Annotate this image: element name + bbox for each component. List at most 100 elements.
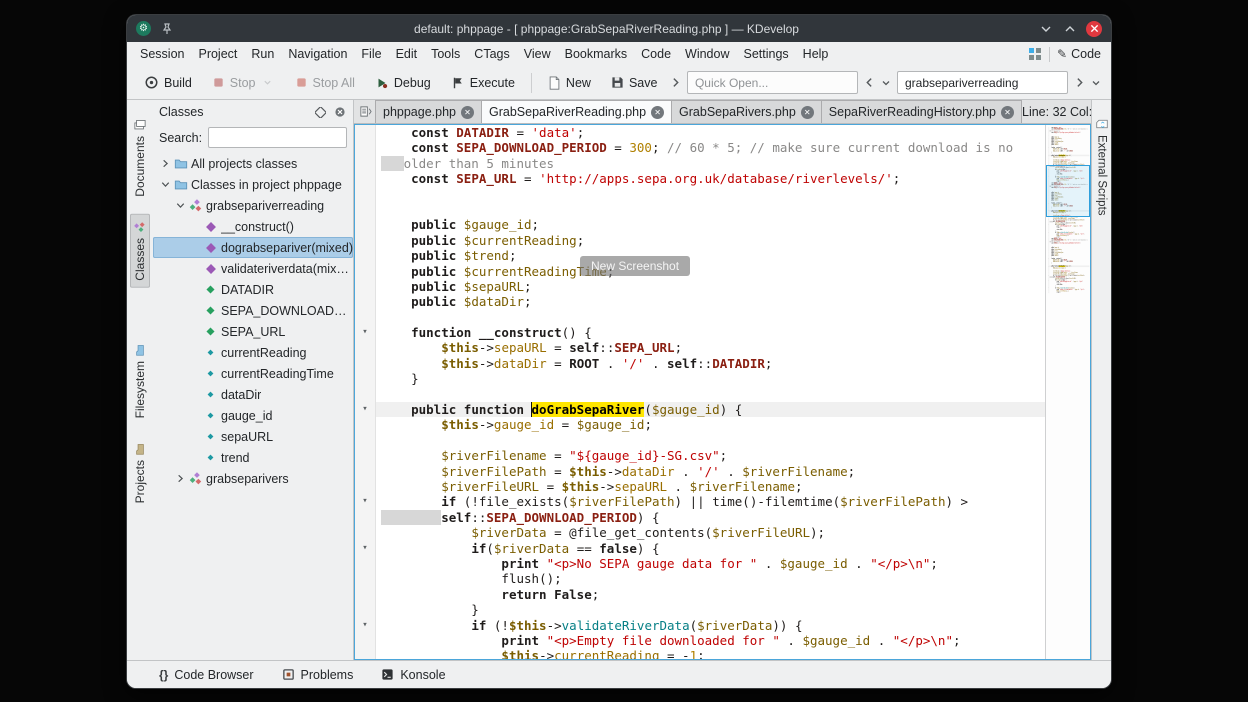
stop-button[interactable]: Stop (205, 69, 282, 97)
code-line[interactable]: public $sepaURL; (355, 279, 1045, 294)
code-line[interactable]: public $gauge_id; (355, 217, 1045, 232)
code-line[interactable]: $this->currentReading = -1; (355, 648, 1045, 659)
editor-tab[interactable]: SepaRiverReadingHistory.php✕ (821, 100, 1022, 123)
tree-item[interactable]: grabseparivers (153, 468, 353, 489)
code-line[interactable]: public $currentReading; (355, 233, 1045, 248)
execute-button[interactable]: Execute (444, 72, 522, 94)
code-line[interactable]: flush(); (355, 571, 1045, 586)
tree-item[interactable]: SEPA_URL (153, 321, 353, 342)
chevron-down-icon[interactable] (880, 73, 891, 93)
code-line[interactable]: $riverFileURL = $this->sepaURL . $riverF… (355, 479, 1045, 494)
menu-item-ctags[interactable]: CTags (467, 45, 516, 63)
menu-item-view[interactable]: View (517, 45, 558, 63)
menu-item-project[interactable]: Project (191, 45, 244, 63)
sidebar-tab-filesystem[interactable]: Filesystem (130, 337, 150, 425)
area-switcher-icon[interactable] (1028, 47, 1042, 61)
code-line[interactable]: print "<p>No SEPA gauge data for " . $ga… (355, 556, 1045, 571)
close-tab-icon[interactable]: ✕ (651, 106, 664, 119)
dock-tab-external-scripts[interactable]: External Scripts (1094, 112, 1110, 222)
code-line[interactable]: print "<p>Empty file downloaded for " . … (355, 633, 1045, 648)
editor-tab[interactable]: GrabSepaRiverReading.php✕ (481, 100, 672, 123)
problems-button[interactable]: Problems (282, 668, 354, 682)
sidebar-tab-projects[interactable]: Projects (130, 436, 150, 510)
expander-icon[interactable] (174, 473, 187, 484)
code-line[interactable]: $riverFilePath = $this->dataDir . '/' . … (355, 464, 1045, 479)
code-line[interactable] (355, 433, 1045, 448)
tree-item[interactable]: DATADIR (153, 279, 353, 300)
fold-arrow-icon[interactable]: ▾ (355, 541, 376, 556)
code-line[interactable]: const SEPA_URL = 'http://apps.sepa.org.u… (355, 171, 1045, 186)
minimize-button[interactable] (1038, 21, 1054, 37)
menu-item-settings[interactable]: Settings (737, 45, 796, 63)
code-line[interactable]: public $currentReadingTime; (355, 264, 1045, 279)
menu-item-navigation[interactable]: Navigation (281, 45, 354, 63)
tree-item[interactable]: validateriverdata(mixed) (153, 258, 353, 279)
code-line[interactable]: public $dataDir; (355, 294, 1045, 309)
stop-all-button[interactable]: Stop All (288, 72, 362, 94)
code-line[interactable] (355, 310, 1045, 325)
code-line[interactable]: self::SEPA_DOWNLOAD_PERIOD) { (355, 510, 1045, 525)
code-line[interactable]: } (355, 371, 1045, 386)
tree-item[interactable]: All projects classes (153, 153, 353, 174)
menu-item-code[interactable]: Code (634, 45, 678, 63)
expander-icon[interactable] (174, 200, 187, 211)
minimap[interactable]: const DATADIR = 'data'; const SEPA_DOWNL… (1045, 125, 1090, 659)
menu-item-tools[interactable]: Tools (424, 45, 467, 63)
close-tab-icon[interactable]: ✕ (461, 106, 474, 119)
class-search-input[interactable] (208, 127, 347, 148)
editor-tab[interactable]: GrabSepaRivers.php✕ (671, 100, 822, 123)
area-code-button[interactable]: ✎ Code (1057, 47, 1101, 61)
tree-item[interactable]: SEPA_DOWNLOAD_PERIOD (153, 300, 353, 321)
tree-item[interactable]: trend (153, 447, 353, 468)
quick-open-input[interactable] (687, 71, 858, 94)
close-tab-icon[interactable]: ✕ (1001, 106, 1014, 119)
code-line[interactable] (355, 387, 1045, 402)
code-line[interactable]: $this->gauge_id = $gauge_id; (355, 417, 1045, 432)
debug-button[interactable]: Debug (368, 72, 438, 94)
close-panel-icon[interactable] (333, 105, 347, 119)
expander-icon[interactable] (159, 179, 172, 190)
tree-item[interactable]: currentReadingTime (153, 363, 353, 384)
tree-item[interactable]: __construct() (153, 216, 353, 237)
code-line[interactable]: $this->sepaURL = self::SEPA_URL; (355, 340, 1045, 355)
menu-item-edit[interactable]: Edit (389, 45, 425, 63)
tree-item[interactable]: Classes in project phppage (153, 174, 353, 195)
tree-item[interactable]: grabsepariverreading (153, 195, 353, 216)
code-line[interactable]: const DATADIR = 'data'; (355, 125, 1045, 140)
toolbar-overflow-icon[interactable] (670, 73, 681, 93)
menu-item-bookmarks[interactable]: Bookmarks (558, 45, 635, 63)
code-browser-button[interactable]: {} Code Browser (159, 668, 254, 682)
code-line[interactable]: ▾ function __construct() { (355, 325, 1045, 340)
save-button[interactable]: Save (604, 72, 665, 94)
fold-arrow-icon[interactable]: ▾ (355, 325, 376, 340)
maximize-button[interactable] (1062, 21, 1078, 37)
float-panel-icon[interactable] (313, 105, 327, 119)
code-editor[interactable]: const DATADIR = 'data'; const SEPA_DOWNL… (354, 124, 1091, 660)
chevron-right-icon[interactable] (1074, 73, 1085, 93)
tree-item[interactable]: gauge_id (153, 405, 353, 426)
code-line[interactable]: return False; (355, 587, 1045, 602)
tree-item[interactable]: dataDir (153, 384, 353, 405)
code-line[interactable]: const SEPA_DOWNLOAD_PERIOD = 300; // 60 … (355, 140, 1045, 155)
build-button[interactable]: Build (137, 71, 199, 94)
minimap-viewport[interactable] (1046, 165, 1090, 217)
tree-item[interactable]: sepaURL (153, 426, 353, 447)
sidebar-tab-classes[interactable]: Classes (130, 214, 150, 288)
code-line[interactable]: older than 5 minutes (355, 156, 1045, 171)
sidebar-tab-documents[interactable]: Documents (130, 112, 150, 204)
menu-item-run[interactable]: Run (244, 45, 281, 63)
chevron-left-icon[interactable] (864, 73, 875, 93)
fold-arrow-icon[interactable]: ▾ (355, 402, 376, 417)
tree-item[interactable]: currentReading (153, 342, 353, 363)
code-line[interactable]: ▾ if($riverData == false) { (355, 541, 1045, 556)
code-line[interactable] (355, 202, 1045, 217)
menu-item-help[interactable]: Help (796, 45, 836, 63)
menu-item-window[interactable]: Window (678, 45, 736, 63)
menu-item-file[interactable]: File (354, 45, 388, 63)
new-button[interactable]: New (541, 72, 598, 94)
code-line[interactable]: $riverData = @file_get_contents($riverFi… (355, 525, 1045, 540)
code-line[interactable]: } (355, 602, 1045, 617)
code-line[interactable]: $this->dataDir = ROOT . '/' . self::DATA… (355, 356, 1045, 371)
titlebar[interactable]: ⚙ default: phppage - [ phppage:GrabSepaR… (127, 15, 1111, 42)
code-line[interactable] (355, 187, 1045, 202)
